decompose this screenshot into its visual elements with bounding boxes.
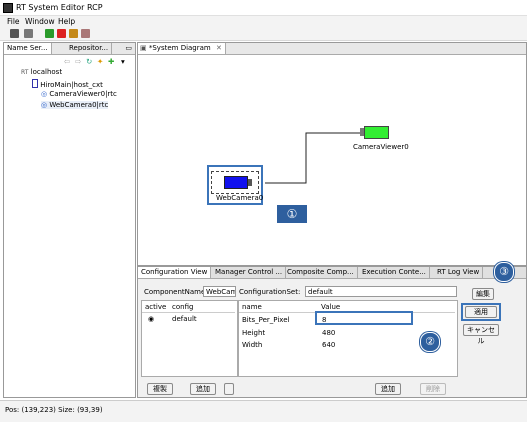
open-icon[interactable] <box>10 29 19 38</box>
param-name: Width <box>242 341 263 349</box>
config-sets-table: active config ◉ default <box>141 300 238 377</box>
callout-2: ② <box>420 332 440 352</box>
component-name-label: ComponentName: <box>144 288 208 296</box>
delete-param-button[interactable]: 削除 <box>420 383 446 395</box>
callout-1: ① <box>275 203 309 225</box>
outport-icon[interactable] <box>248 179 252 186</box>
connector-line[interactable] <box>138 43 527 265</box>
deactivate-icon[interactable] <box>57 29 66 38</box>
param-value-field[interactable]: 480 <box>322 329 335 337</box>
rtc-icon: ◎ <box>41 101 48 109</box>
tree-item-cameraviewer[interactable]: ◎ CameraViewer0|rtc <box>41 90 117 98</box>
reset-icon[interactable] <box>69 29 78 38</box>
connect-icon[interactable]: ✦ <box>97 57 103 66</box>
view-menu-icon[interactable]: ▾ <box>121 57 125 66</box>
cameraviewer-label: CameraViewer0 <box>353 143 409 151</box>
tree-context[interactable]: HiroMain|host_cxt <box>32 79 103 89</box>
toolbar <box>0 27 527 41</box>
app-icon <box>3 3 13 13</box>
tab-manager-control[interactable]: Manager Control ... <box>212 267 287 278</box>
tab-repository[interactable]: Repositor... <box>66 43 113 54</box>
tree-item-webcamera[interactable]: ◎ WebCamera0|rtc <box>41 101 109 109</box>
cameraviewer-component[interactable] <box>364 126 389 139</box>
window-title: RT System Editor RCP <box>16 3 103 12</box>
rtc-icon: ◎ <box>41 90 48 98</box>
col-name: name <box>242 303 262 311</box>
config-set-label: ConfigurationSet: <box>239 288 301 296</box>
webcamera-component[interactable] <box>224 176 248 189</box>
refresh-icon[interactable]: ↻ <box>86 57 92 66</box>
context-icon <box>32 79 38 88</box>
offline-icon[interactable] <box>24 29 33 38</box>
callout-box-2 <box>315 311 413 325</box>
bottom-tab-header: Configuration View Manager Control ... C… <box>138 267 526 279</box>
component-name-field[interactable]: WebCamera0 <box>203 286 236 297</box>
minimize-icon[interactable]: ▭ <box>125 44 132 52</box>
title-bar: RT System Editor RCP <box>0 0 527 16</box>
tree-root[interactable]: RT localhost <box>21 68 62 76</box>
menu-file[interactable]: File <box>7 17 20 26</box>
param-name: Bits_Per_Pixel <box>242 316 290 324</box>
host-icon: RT <box>21 69 29 76</box>
add-icon[interactable]: ✚ <box>108 57 114 66</box>
back-icon[interactable]: ⇦ <box>64 57 70 66</box>
col-value: Value <box>321 303 341 311</box>
tab-rt-log-view[interactable]: RT Log View <box>434 267 484 278</box>
exit-icon[interactable] <box>81 29 90 38</box>
menu-window[interactable]: Window <box>25 17 55 26</box>
callout-3: ③ <box>494 262 514 282</box>
add-param-button[interactable]: 追加 <box>375 383 401 395</box>
param-value-field[interactable]: 8 <box>322 316 326 324</box>
param-value-field[interactable]: 640 <box>322 341 335 349</box>
name-service-panel: Name Ser... Repositor... ▭ ⇦ ⇨ ↻ ✦ ✚ ▾ R… <box>3 42 136 398</box>
config-set-row[interactable]: default <box>172 315 197 323</box>
left-tab-header: Name Ser... Repositor... ▭ <box>4 43 135 55</box>
tab-composite-component[interactable]: Composite Comp... <box>284 267 358 278</box>
cancel-button[interactable]: キャンセル <box>463 324 499 345</box>
activate-icon[interactable] <box>45 29 54 38</box>
tab-execution-context[interactable]: Execution Conte... <box>359 267 430 278</box>
apply-button[interactable]: 適用 <box>465 306 497 318</box>
edit-button[interactable]: 編集 <box>472 288 494 300</box>
copy-button[interactable]: 複製 <box>147 383 173 395</box>
add-set-button[interactable]: 追加 <box>190 383 216 395</box>
col-config: config <box>172 303 194 311</box>
panel-toolbar: ⇦ ⇨ ↻ ✦ ✚ ▾ <box>64 57 134 66</box>
webcamera-label: WebCamera0 <box>216 194 264 202</box>
config-set-field[interactable]: default <box>305 286 457 297</box>
system-diagram-panel: ▣ *System Diagram ✕ CameraViewer0 WebCam… <box>137 42 527 266</box>
tab-name-service[interactable]: Name Ser... <box>4 43 52 54</box>
col-active: active <box>145 303 167 311</box>
configuration-view-panel: Configuration View Manager Control ... C… <box>137 262 527 398</box>
tab-configuration-view[interactable]: Configuration View <box>138 267 212 278</box>
menu-help[interactable]: Help <box>58 17 75 26</box>
status-bar: Pos: (139,223) Size: (93,39) <box>0 400 527 422</box>
param-name: Height <box>242 329 266 337</box>
menu-bar: File Window Help <box>0 16 527 27</box>
status-text: Pos: (139,223) Size: (93,39) <box>5 406 103 414</box>
forward-icon[interactable]: ⇨ <box>75 57 81 66</box>
delete-set-button[interactable] <box>224 383 234 395</box>
active-radio[interactable]: ◉ <box>148 315 154 323</box>
